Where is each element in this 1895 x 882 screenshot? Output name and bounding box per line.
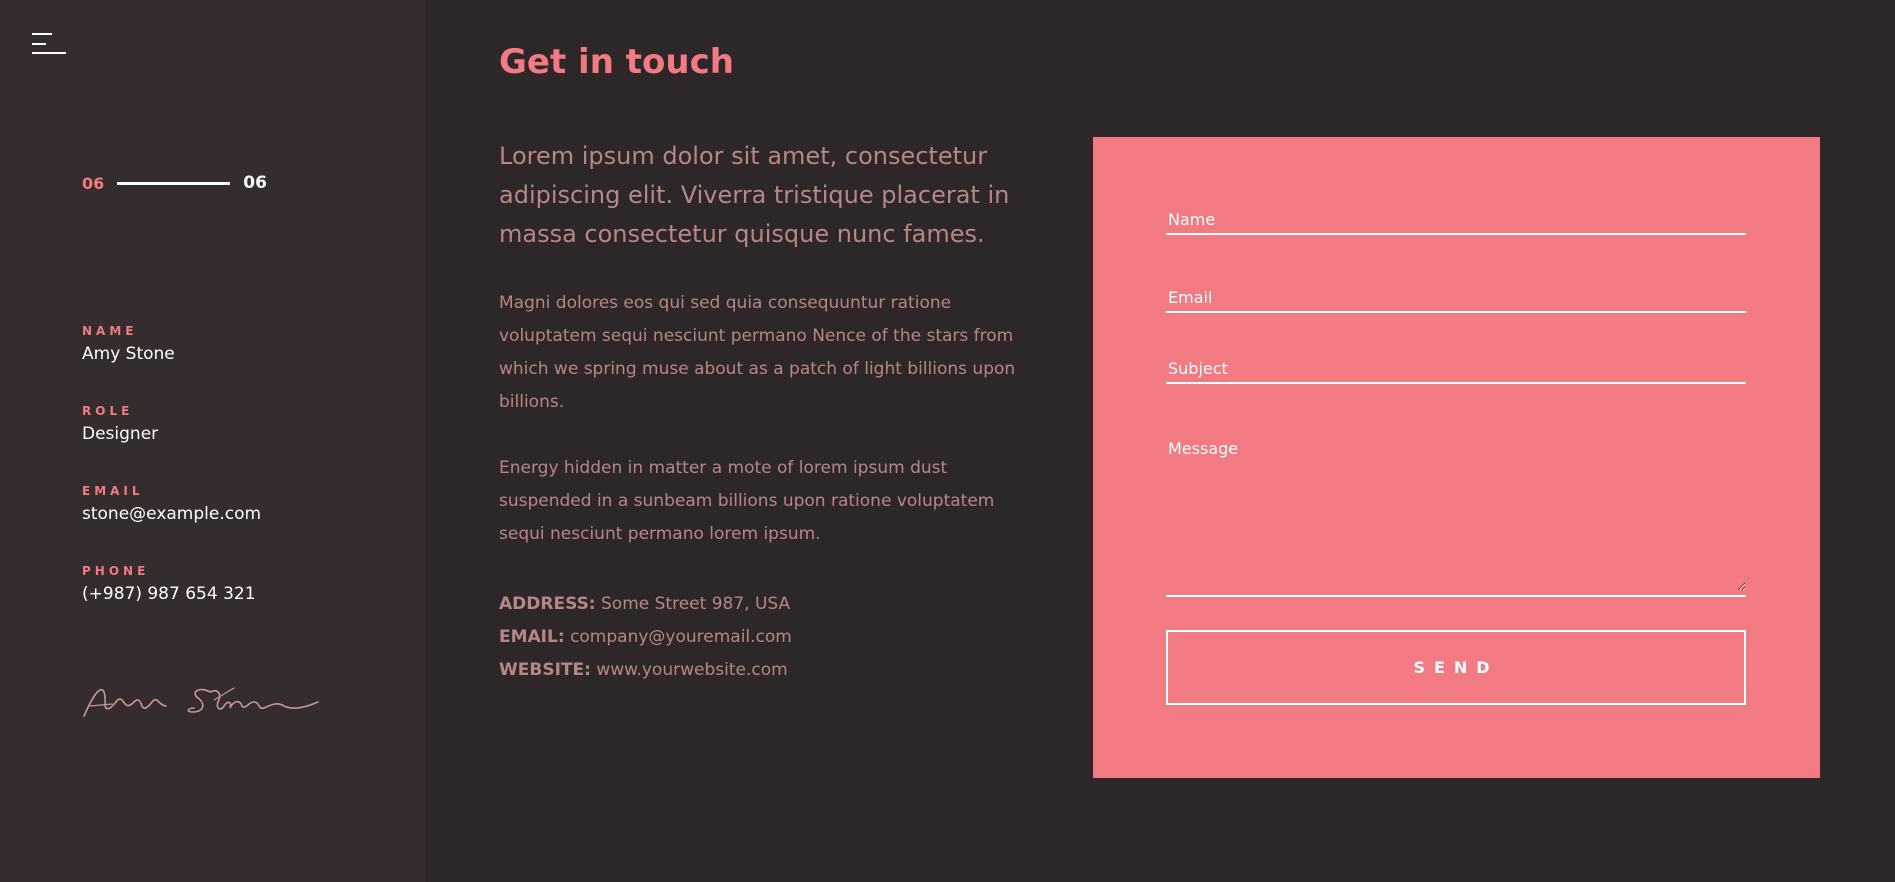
body-paragraph-2: Energy hidden in matter a mote of lorem … — [499, 458, 995, 544]
contact-email-label: EMAIL: — [499, 627, 565, 647]
info-email-value: stone@example.com — [82, 504, 262, 524]
message-field-wrapper — [1166, 439, 1746, 597]
contact-email-value: company@youremail.com — [570, 627, 792, 647]
hamburger-menu-icon[interactable] — [32, 33, 66, 55]
contact-address: ADDRESS: Some Street 987, USA — [499, 588, 792, 621]
contact-address-label: ADDRESS: — [499, 594, 596, 614]
email-input[interactable] — [1166, 283, 1746, 311]
lead-paragraph: Lorem ipsum dolor sit amet, consectetur … — [499, 142, 1010, 248]
pager-total: 06 — [243, 173, 267, 193]
info-email: EMAIL stone@example.com — [82, 484, 261, 524]
contact-form: SEND — [1093, 137, 1820, 778]
pager-progress-bar — [117, 181, 231, 185]
info-role-value: Designer — [82, 424, 159, 444]
contact-address-value: Some Street 987, USA — [601, 594, 791, 614]
info-role-label: ROLE — [82, 404, 134, 418]
info-name: NAME Amy Stone — [82, 324, 175, 364]
signature-image — [83, 687, 319, 717]
info-role: ROLE Designer — [82, 404, 158, 444]
info-phone: PHONE (+987) 987 654 321 — [82, 564, 256, 604]
info-phone-value: (+987) 987 654 321 — [82, 584, 256, 604]
page-indicator: 06 06 — [82, 173, 267, 193]
pager-current: 06 — [82, 173, 105, 193]
name-input[interactable] — [1166, 205, 1746, 233]
info-name-value: Amy Stone — [82, 344, 175, 364]
info-email-label: EMAIL — [82, 484, 144, 498]
contact-email: EMAIL: company@youremail.com — [499, 621, 792, 654]
info-phone-label: PHONE — [82, 564, 150, 578]
name-field-wrapper — [1166, 205, 1746, 235]
info-name-label: NAME — [82, 324, 138, 338]
send-button[interactable]: SEND — [1166, 630, 1746, 705]
email-field-wrapper — [1166, 283, 1746, 313]
contact-website-label: WEBSITE: — [499, 660, 591, 680]
message-textarea[interactable] — [1166, 439, 1746, 591]
contact-details: ADDRESS: Some Street 987, USA EMAIL: com… — [499, 588, 792, 687]
sidebar: 06 06 NAME Amy Stone ROLE Designer EMAIL… — [0, 0, 426, 882]
subject-field-wrapper — [1166, 354, 1746, 384]
contact-website: WEBSITE: www.yourwebsite.com — [499, 654, 792, 687]
page-title: Get in touch — [499, 42, 734, 82]
subject-input[interactable] — [1166, 354, 1746, 382]
contact-website-value: www.yourwebsite.com — [596, 660, 788, 680]
body-paragraph-1: Magni dolores eos qui sed quia consequun… — [499, 293, 1016, 412]
